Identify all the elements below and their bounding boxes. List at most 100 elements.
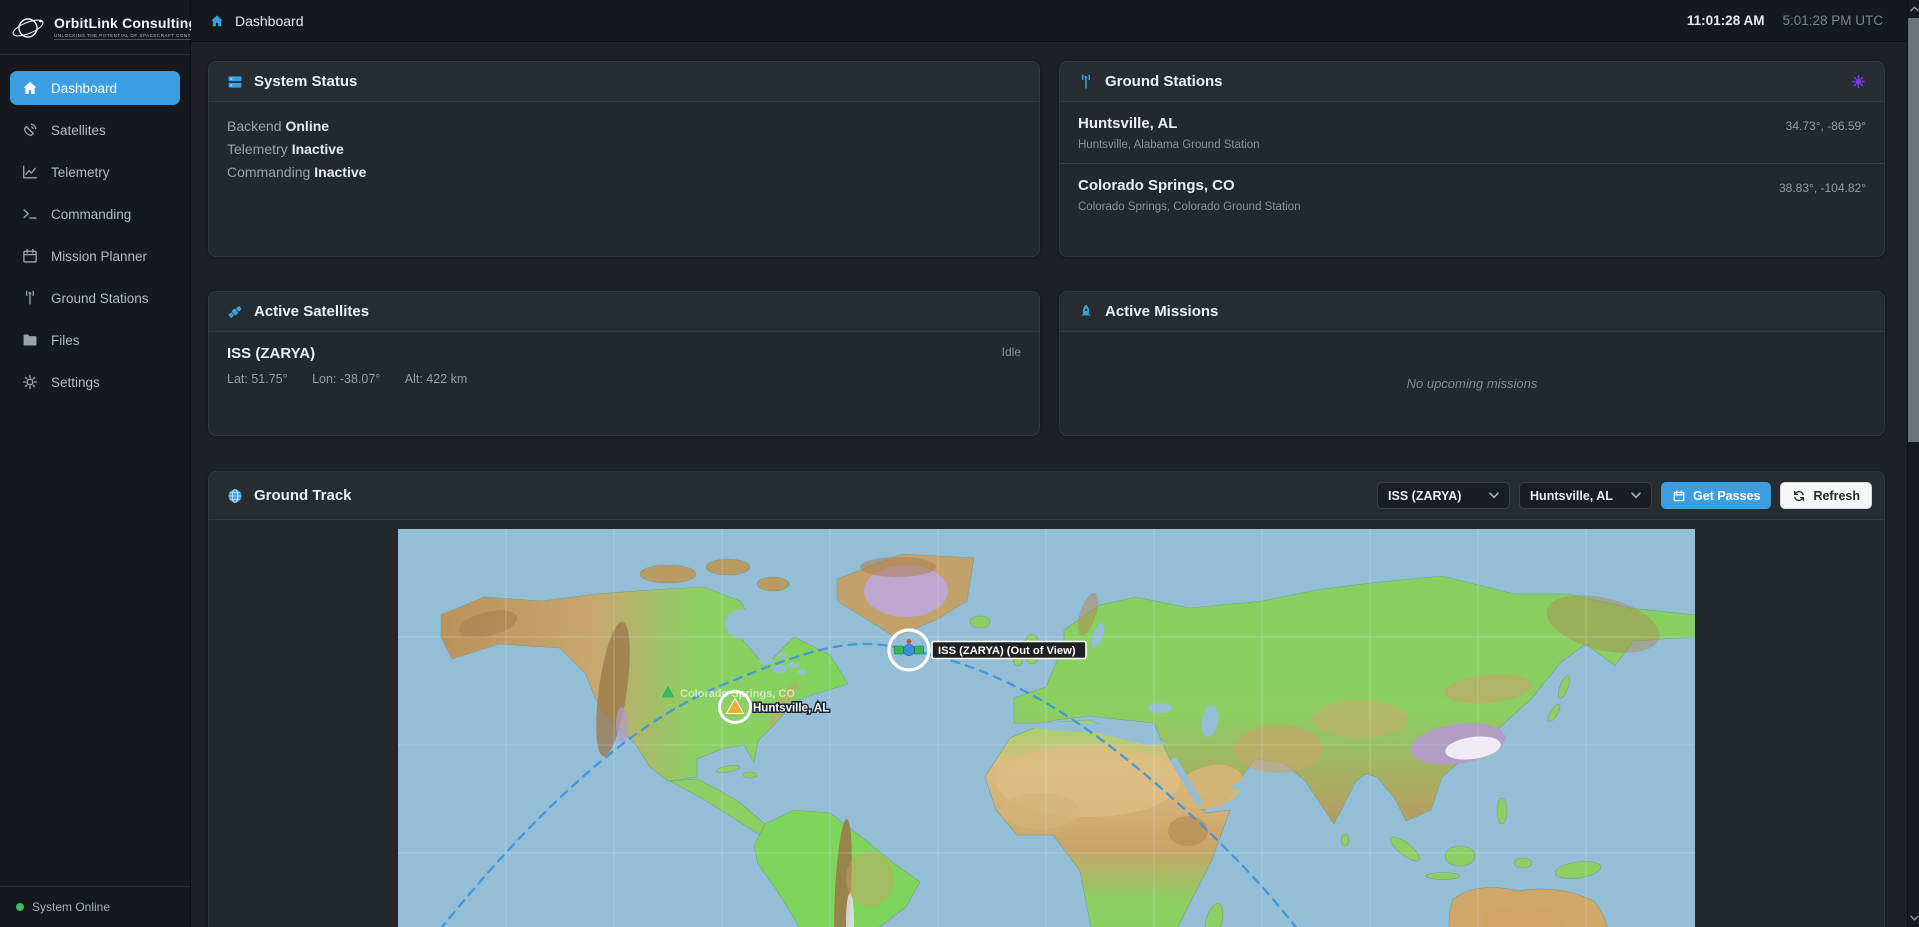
status-row-commanding: CommandingInactive	[227, 164, 1021, 180]
local-time: 11:01:28 AM	[1687, 13, 1765, 28]
dashboard-content: System Status BackendOnline TelemetryIna…	[191, 42, 1919, 927]
ground-track-controls: ISS (ZARYA) Huntsville, AL	[1377, 482, 1872, 509]
satellite-alt: Alt: 422 km	[405, 372, 468, 386]
status-row-backend: BackendOnline	[227, 118, 1021, 134]
active-missions-header: Active Missions	[1060, 292, 1884, 332]
home-icon	[209, 13, 225, 29]
scrollbar-up-arrow-icon[interactable]	[1908, 2, 1919, 16]
topbar: Dashboard 11:01:28 AM 5:01:28 PM UTC	[191, 0, 1919, 42]
satellite-icon	[226, 303, 244, 321]
system-status-body: BackendOnline TelemetryInactive Commandi…	[209, 102, 1039, 203]
station-select[interactable]: Huntsville, AL	[1519, 482, 1652, 509]
refresh-label: Refresh	[1813, 489, 1860, 503]
sidebar-item-satellites[interactable]: Satellites	[10, 113, 180, 147]
station-row-colorado-springs[interactable]: Colorado Springs, CO Colorado Springs, C…	[1060, 164, 1884, 225]
calendar-icon	[1672, 489, 1686, 503]
no-missions-text: No upcoming missions	[1407, 376, 1538, 391]
breadcrumb: Dashboard	[209, 13, 304, 29]
scrollbar-thumb[interactable]	[1908, 18, 1919, 442]
sidebar-item-commanding[interactable]: Commanding	[10, 197, 180, 231]
breadcrumb-label: Dashboard	[235, 13, 304, 29]
colorado-springs-label: Colorado Springs, CO	[680, 688, 795, 700]
sidebar-item-ground-stations[interactable]: Ground Stations	[10, 281, 180, 315]
calendar-icon	[21, 247, 39, 265]
terminal-icon	[21, 205, 39, 223]
scrollbar-down-arrow-icon[interactable]	[1908, 911, 1919, 925]
active-satellites-header: Active Satellites	[209, 292, 1039, 332]
satellite-lon: Lon: -38.07°	[312, 372, 380, 386]
satellite-row-iss[interactable]: ISS (ZARYA) Idle Lat: 51.75° Lon: -38.07…	[209, 332, 1039, 401]
satellite-status-badge: Idle	[1002, 345, 1021, 359]
chevron-down-icon	[1489, 492, 1499, 499]
refresh-icon	[1792, 489, 1806, 503]
card-title: Active Missions	[1105, 303, 1218, 320]
gear-icon	[21, 373, 39, 391]
sidebar: OrbitLink Consulting UNLOCKING THE POTEN…	[0, 0, 191, 927]
globe-icon	[226, 487, 244, 505]
world-map: Colorado Springs, CO Huntsville, AL	[398, 529, 1695, 927]
status-label: Backend	[227, 118, 281, 134]
orbit-globe-logo-icon	[10, 10, 46, 46]
satellite-stats: Lat: 51.75° Lon: -38.07° Alt: 422 km	[227, 370, 1021, 388]
ground-track-card: Ground Track ISS (ZARYA) Huntsville, AL	[208, 471, 1885, 927]
active-missions-body: No upcoming missions	[1060, 332, 1884, 435]
status-value: Inactive	[292, 141, 344, 157]
chart-line-icon	[21, 163, 39, 181]
card-title: Ground Track	[254, 487, 352, 504]
sidebar-item-label: Mission Planner	[51, 249, 147, 264]
station-row-huntsville[interactable]: Huntsville, AL Huntsville, Alabama Groun…	[1060, 102, 1884, 164]
station-settings-gear-icon[interactable]	[1850, 73, 1867, 90]
station-description: Huntsville, Alabama Ground Station	[1078, 139, 1260, 151]
satellite-name: ISS (ZARYA)	[227, 345, 315, 362]
home-icon	[21, 79, 39, 97]
sidebar-item-dashboard[interactable]: Dashboard	[10, 71, 180, 105]
antenna-icon	[1077, 73, 1095, 91]
online-status-dot	[16, 903, 24, 911]
server-icon	[226, 73, 244, 91]
sidebar-item-telemetry[interactable]: Telemetry	[10, 155, 180, 189]
sidebar-item-label: Dashboard	[51, 81, 117, 96]
system-status-footer: System Online	[0, 886, 190, 927]
sidebar-item-label: Files	[51, 333, 80, 348]
refresh-button[interactable]: Refresh	[1780, 482, 1872, 509]
status-value: Online	[285, 118, 329, 134]
utc-time: 5:01:28 PM UTC	[1782, 13, 1883, 28]
main-column: Dashboard 11:01:28 AM 5:01:28 PM UTC	[191, 0, 1919, 927]
card-title: Active Satellites	[254, 303, 369, 320]
station-coordinates: 38.83°, -104.82°	[1779, 177, 1866, 195]
sidebar-item-mission-planner[interactable]: Mission Planner	[10, 239, 180, 273]
status-value: Inactive	[314, 164, 366, 180]
sidebar-item-settings[interactable]: Settings	[10, 365, 180, 399]
station-name: Huntsville, AL	[1078, 115, 1260, 132]
card-title: Ground Stations	[1105, 73, 1223, 90]
satellite-select-value: ISS (ZARYA)	[1388, 489, 1461, 503]
get-passes-button[interactable]: Get Passes	[1661, 482, 1771, 509]
sidebar-item-label: Satellites	[51, 123, 106, 138]
sidebar-nav: Dashboard Satellites Telemetry	[0, 55, 190, 886]
station-description: Colorado Springs, Colorado Ground Statio…	[1078, 201, 1300, 213]
satellite-select[interactable]: ISS (ZARYA)	[1377, 482, 1510, 509]
system-status-card: System Status BackendOnline TelemetryIna…	[208, 61, 1040, 257]
station-name: Colorado Springs, CO	[1078, 177, 1300, 194]
card-title: System Status	[254, 73, 357, 90]
app-root: OrbitLink Consulting UNLOCKING THE POTEN…	[0, 0, 1919, 927]
get-passes-label: Get Passes	[1693, 489, 1760, 503]
ground-stations-card: Ground Stations Huntsville, AL Huntsvill…	[1059, 61, 1885, 257]
antenna-icon	[21, 289, 39, 307]
clock-group: 11:01:28 AM 5:01:28 PM UTC	[1687, 13, 1883, 28]
ground-track-map: Colorado Springs, CO Huntsville, AL	[209, 520, 1884, 927]
sidebar-item-files[interactable]: Files	[10, 323, 180, 357]
status-label: Telemetry	[227, 141, 288, 157]
huntsville-label: Huntsville, AL	[753, 703, 829, 715]
sidebar-item-label: Settings	[51, 375, 100, 390]
station-coordinates: 34.73°, -86.59°	[1786, 115, 1866, 133]
brand[interactable]: OrbitLink Consulting UNLOCKING THE POTEN…	[0, 0, 190, 55]
iss-label: ISS (ZARYA) (Out of View)	[938, 645, 1076, 657]
folder-icon	[21, 331, 39, 349]
active-missions-card: Active Missions No upcoming missions	[1059, 291, 1885, 436]
rocket-icon	[1077, 303, 1095, 321]
station-select-value: Huntsville, AL	[1530, 489, 1613, 503]
chevron-down-icon	[1631, 492, 1641, 499]
system-status-header: System Status	[209, 62, 1039, 102]
page-scrollbar[interactable]	[1907, 0, 1919, 927]
